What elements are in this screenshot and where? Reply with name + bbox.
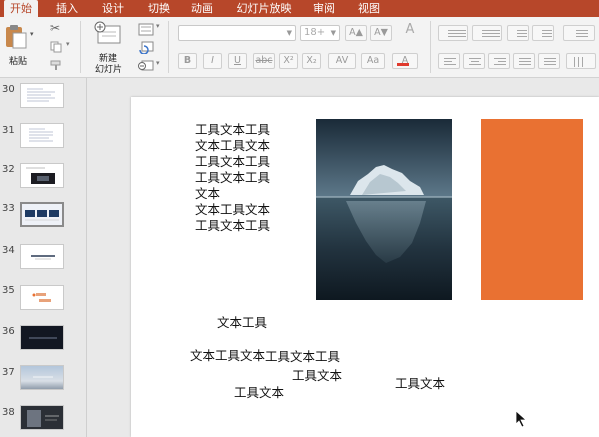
- copy-dropdown-icon[interactable]: ▾: [66, 40, 70, 48]
- slide-number: 31: [2, 125, 15, 136]
- iceberg-image[interactable]: [316, 119, 452, 300]
- italic-button[interactable]: I: [203, 53, 222, 69]
- iceberg-picture: [316, 119, 452, 300]
- text-box[interactable]: 工具文本: [234, 385, 284, 401]
- orange-rectangle-shape[interactable]: [481, 119, 583, 300]
- section-dropdown-icon[interactable]: ▾: [156, 59, 160, 67]
- grow-font-button[interactable]: A▲: [345, 25, 367, 41]
- slide-thumbnail-35[interactable]: [20, 285, 64, 310]
- align-right-button[interactable]: [488, 53, 510, 69]
- decrease-indent-button[interactable]: [507, 25, 529, 41]
- new-slide-icon: [94, 21, 121, 44]
- layout-icon[interactable]: [138, 21, 154, 36]
- text-box[interactable]: 文本工具文本: [190, 348, 265, 364]
- slide-thumbnail-30[interactable]: [20, 83, 64, 108]
- section-icon[interactable]: [138, 57, 154, 71]
- ribbon: ▾ 粘贴 ✂ ▾ 新建 幻灯片 ▾ ▾ ▼ 18+ ▼ A▲ A▼ A B I …: [0, 17, 599, 78]
- slide-thumbnail-36[interactable]: [20, 325, 64, 350]
- chevron-down-icon: ▼: [330, 29, 336, 37]
- line-spacing-button[interactable]: [563, 25, 595, 41]
- text-box[interactable]: 工具文本工具: [265, 349, 340, 365]
- superscript-button[interactable]: X²: [279, 53, 298, 69]
- tab-transitions[interactable]: 切换: [142, 0, 176, 17]
- slide-number: 30: [2, 84, 15, 95]
- divider: [80, 21, 81, 73]
- layout-dropdown-icon[interactable]: ▾: [156, 22, 160, 30]
- character-spacing-button[interactable]: AV: [328, 53, 356, 69]
- numbering-button[interactable]: [472, 25, 502, 41]
- paste-button[interactable]: [4, 23, 28, 49]
- subscript-button[interactable]: X₂: [302, 53, 321, 69]
- slide-number: 38: [2, 407, 15, 418]
- slide-number: 33: [2, 203, 15, 214]
- slide-number: 34: [2, 245, 15, 256]
- font-color-button[interactable]: A: [392, 53, 418, 69]
- new-slide-button[interactable]: [94, 21, 122, 47]
- tab-home[interactable]: 开始: [4, 0, 38, 17]
- bullets-button[interactable]: [438, 25, 468, 41]
- increase-indent-button[interactable]: [532, 25, 554, 41]
- strikethrough-button[interactable]: abc: [253, 53, 275, 69]
- slide-number: 37: [2, 367, 15, 378]
- tab-view[interactable]: 视图: [352, 0, 386, 17]
- change-case-button[interactable]: Aa: [361, 53, 385, 69]
- tab-slideshow[interactable]: 幻灯片放映: [230, 0, 298, 17]
- reset-icon[interactable]: [138, 39, 154, 55]
- columns-button[interactable]: [566, 53, 596, 69]
- justify-button[interactable]: [513, 53, 535, 69]
- font-name-combo[interactable]: ▼: [178, 25, 296, 41]
- slide-number: 36: [2, 326, 15, 337]
- divider: [168, 21, 169, 73]
- bold-button[interactable]: B: [178, 53, 197, 69]
- new-slide-label-2: 幻灯片: [95, 65, 123, 75]
- font-color-swatch: [397, 63, 409, 66]
- tab-animations[interactable]: 动画: [185, 0, 219, 17]
- cut-icon[interactable]: ✂: [50, 21, 60, 35]
- slide-number: 35: [2, 285, 15, 296]
- clear-format-button[interactable]: A: [398, 23, 422, 42]
- text-box-main[interactable]: 工具文本工具 文本工具文本 工具文本工具 工具文本工具 文本 文本工具文本 工具…: [195, 122, 270, 234]
- slide-thumbnail-32[interactable]: [20, 163, 64, 188]
- tab-design[interactable]: 设计: [96, 0, 130, 17]
- slide-thumbnail-37[interactable]: [20, 365, 64, 390]
- ribbon-tab-bar: 开始 插入 设计 切换 动画 幻灯片放映 审阅 视图: [0, 0, 599, 17]
- slide-thumbnails-panel: 30 31 32 33 34 35 36 37 38: [0, 78, 87, 437]
- slide-number: 32: [2, 164, 15, 175]
- format-painter-icon[interactable]: [50, 56, 62, 70]
- slide-thumbnail-38[interactable]: [20, 405, 64, 430]
- tab-insert[interactable]: 插入: [50, 0, 84, 17]
- text-box[interactable]: 工具文本: [395, 376, 445, 392]
- underline-button[interactable]: U: [228, 53, 247, 69]
- shrink-font-button[interactable]: A▼: [370, 25, 392, 41]
- distributed-button[interactable]: [538, 53, 560, 69]
- text-box[interactable]: 文本工具: [217, 315, 267, 331]
- slide-thumbnail-31[interactable]: [20, 123, 64, 148]
- align-left-button[interactable]: [438, 53, 460, 69]
- chevron-down-icon: ▼: [286, 29, 292, 37]
- font-size-value: 18+: [304, 27, 326, 38]
- slide-thumbnail-34[interactable]: [20, 244, 64, 269]
- slide-canvas[interactable]: 工具文本工具 文本工具文本 工具文本工具 工具文本工具 文本 文本工具文本 工具…: [131, 97, 599, 437]
- mouse-cursor-icon: [515, 410, 528, 428]
- text-box[interactable]: 工具文本: [292, 368, 342, 384]
- clipboard-icon: [6, 25, 27, 49]
- copy-icon[interactable]: [50, 38, 62, 53]
- paste-dropdown-icon[interactable]: ▾: [30, 30, 34, 38]
- font-size-combo[interactable]: 18+ ▼: [300, 25, 340, 41]
- align-center-button[interactable]: [463, 53, 485, 69]
- tab-review[interactable]: 审阅: [307, 0, 341, 17]
- slide-thumbnail-33[interactable]: [20, 202, 64, 227]
- paste-label: 粘贴: [9, 57, 28, 67]
- divider: [430, 21, 431, 73]
